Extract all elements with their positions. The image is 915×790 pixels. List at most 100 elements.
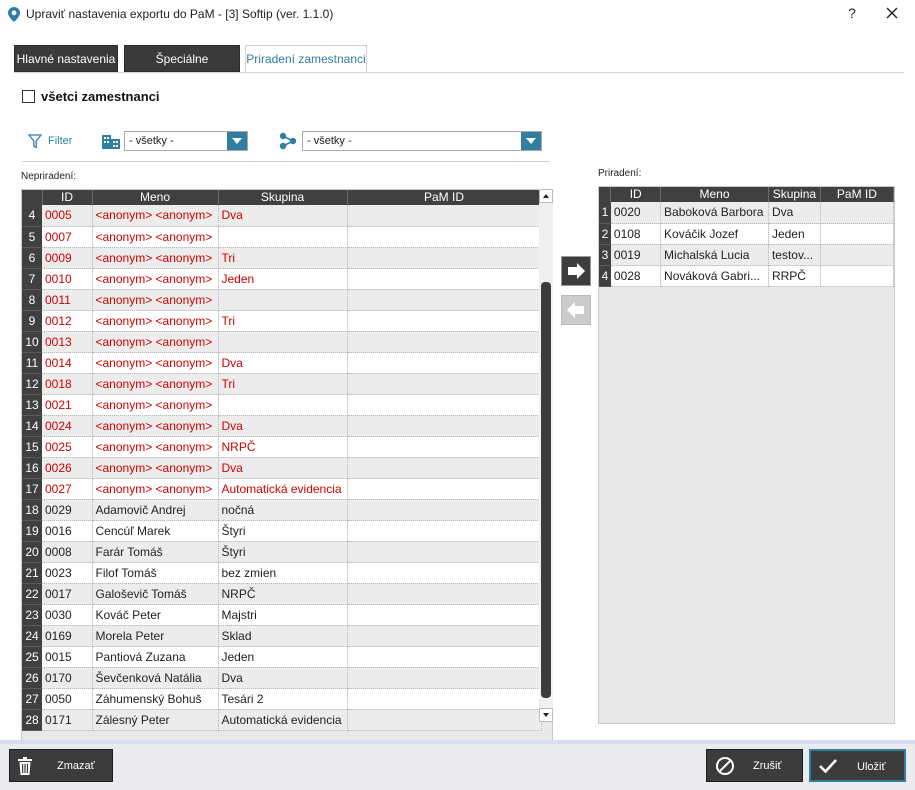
cell-group[interactable]: Automatická evidencia [218, 478, 348, 500]
cancel-button[interactable]: Zrušiť [706, 749, 803, 782]
cell-group[interactable] [218, 331, 348, 353]
cell-name[interactable]: <anonym> <anonym> [92, 289, 219, 311]
column-header-group[interactable]: Skupina [768, 187, 821, 202]
cell-pam-id[interactable] [347, 436, 542, 458]
cell-group[interactable]: Štyri [218, 520, 348, 542]
cell-name[interactable]: <anonym> <anonym> [92, 373, 219, 395]
cell-id[interactable]: 0016 [42, 520, 93, 542]
cell-name[interactable]: <anonym> <anonym> [92, 436, 219, 458]
cell-pam-id[interactable] [347, 562, 542, 584]
table-row[interactable]: 7 0010 <anonym> <anonym> Jeden [22, 268, 542, 290]
help-button[interactable]: ? [845, 5, 859, 21]
chevron-down-icon[interactable] [227, 132, 247, 150]
cell-id[interactable]: 0030 [42, 604, 93, 626]
table-row[interactable]: 12 0018 <anonym> <anonym> Tri [22, 373, 542, 395]
table-row[interactable]: 20 0008 Farár Tomáš Štyri [22, 541, 542, 563]
cell-id[interactable]: 0023 [42, 562, 93, 584]
cell-name[interactable]: Galoševič Tomáš [92, 583, 219, 605]
cell-group[interactable] [218, 226, 348, 248]
cell-pam-id[interactable] [347, 478, 542, 500]
table-row[interactable]: 23 0030 Kováč Peter Majstri [22, 604, 542, 626]
table-row[interactable]: 27 0050 Záhumenský Bohuš Tesári 2 [22, 688, 542, 710]
cell-id[interactable]: 0108 [610, 223, 662, 245]
cell-id[interactable]: 0018 [42, 373, 93, 395]
cell-id[interactable]: 0050 [42, 688, 93, 710]
cell-group[interactable]: Jeden [768, 223, 821, 245]
table-row[interactable]: 16 0026 <anonym> <anonym> Dva [22, 457, 542, 479]
cell-group[interactable]: Dva [218, 205, 348, 227]
cell-name[interactable]: Michalská Lucia [660, 244, 769, 266]
cell-group[interactable]: Dva [218, 667, 348, 689]
table-row[interactable]: 15 0025 <anonym> <anonym> NRPČ [22, 436, 542, 458]
cell-name[interactable]: Filof Tomáš [92, 562, 219, 584]
table-row[interactable]: 21 0023 Filof Tomáš bez zmien [22, 562, 542, 584]
cell-group[interactable]: Sklad [218, 625, 348, 647]
filter-button[interactable]: Filter [28, 132, 72, 150]
unassigned-table[interactable]: ID Meno Skupina PaM ID 4 0005 <anonym> <an… [22, 190, 542, 731]
cell-group[interactable]: NRPČ [218, 583, 348, 605]
cell-group[interactable]: Jeden [218, 268, 348, 290]
cell-pam-id[interactable] [347, 247, 542, 269]
cell-group[interactable]: Tri [218, 373, 348, 395]
cell-name[interactable]: <anonym> <anonym> [92, 415, 219, 437]
table-row[interactable]: 24 0169 Morela Peter Sklad [22, 625, 542, 647]
unassigned-grid[interactable]: ID Meno Skupina PaM ID 4 0005 <anonym> <an… [21, 189, 553, 753]
cell-group[interactable]: testov... [768, 244, 821, 266]
cell-id[interactable]: 0024 [42, 415, 93, 437]
all-employees-checkbox[interactable] [22, 89, 35, 103]
cell-name[interactable]: Morela Peter [92, 625, 219, 647]
table-row[interactable]: 13 0021 <anonym> <anonym> [22, 394, 542, 416]
cell-id[interactable]: 0008 [42, 541, 93, 563]
column-header-id[interactable]: ID [610, 187, 662, 202]
table-row[interactable]: 17 0027 <anonym> <anonym> Automatická evide… [22, 478, 542, 500]
table-row[interactable]: 14 0024 <anonym> <anonym> Dva [22, 415, 542, 437]
cell-id[interactable]: 0169 [42, 625, 93, 647]
cell-pam-id[interactable] [347, 604, 542, 626]
cell-pam-id[interactable] [347, 499, 542, 521]
cell-pam-id[interactable] [347, 310, 542, 332]
table-row[interactable]: 5 0007 <anonym> <anonym> [22, 226, 542, 248]
cell-group[interactable]: Dva [218, 352, 348, 374]
table-row[interactable]: 11 0014 <anonym> <anonym> Dva [22, 352, 542, 374]
cell-pam-id[interactable] [820, 202, 894, 224]
save-button[interactable]: Uložiť [809, 749, 906, 782]
cell-pam-id[interactable] [347, 583, 542, 605]
cell-id[interactable]: 0014 [42, 352, 93, 374]
table-row[interactable]: 25 0015 Pantiová Zuzana Jeden [22, 646, 542, 668]
cell-pam-id[interactable] [347, 541, 542, 563]
cell-pam-id[interactable] [820, 244, 894, 266]
column-header-group[interactable]: Skupina [218, 190, 348, 205]
cell-id[interactable]: 0170 [42, 667, 93, 689]
cell-id[interactable]: 0029 [42, 499, 93, 521]
cell-id[interactable]: 0025 [42, 436, 93, 458]
column-header-pam-id[interactable]: PaM ID [347, 190, 542, 205]
table-row[interactable]: 10 0013 <anonym> <anonym> [22, 331, 542, 353]
cell-id[interactable]: 0171 [42, 709, 93, 731]
cell-group[interactable]: Štyri [218, 541, 348, 563]
cell-name[interactable]: <anonym> <anonym> [92, 226, 219, 248]
cell-pam-id[interactable] [820, 223, 894, 245]
cell-name[interactable]: <anonym> <anonym> [92, 394, 219, 416]
column-header-name[interactable]: Meno [92, 190, 219, 205]
all-employees-row[interactable]: všetci zamestnanci [22, 88, 160, 104]
chevron-down-icon[interactable] [521, 132, 541, 150]
scroll-thumb[interactable] [541, 282, 551, 698]
cell-id[interactable]: 0007 [42, 226, 93, 248]
cell-name[interactable]: Kováč Peter [92, 604, 219, 626]
close-icon[interactable] [884, 5, 900, 21]
cell-name[interactable]: <anonym> <anonym> [92, 310, 219, 332]
cell-pam-id[interactable] [347, 331, 542, 353]
cell-pam-id[interactable] [347, 520, 542, 542]
cell-pam-id[interactable] [347, 415, 542, 437]
cell-group[interactable]: Majstri [218, 604, 348, 626]
assign-button[interactable] [561, 256, 591, 286]
cell-id[interactable]: 0019 [610, 244, 662, 266]
table-row[interactable]: 8 0011 <anonym> <anonym> [22, 289, 542, 311]
cell-name[interactable]: Baboková Barbora [660, 202, 769, 224]
cell-group[interactable] [218, 394, 348, 416]
cell-name[interactable]: Zálesný Peter [92, 709, 219, 731]
cell-name[interactable]: <anonym> <anonym> [92, 457, 219, 479]
table-row[interactable]: 6 0009 <anonym> <anonym> Tri [22, 247, 542, 269]
column-header-name[interactable]: Meno [660, 187, 769, 202]
cell-group[interactable]: Dva [218, 415, 348, 437]
